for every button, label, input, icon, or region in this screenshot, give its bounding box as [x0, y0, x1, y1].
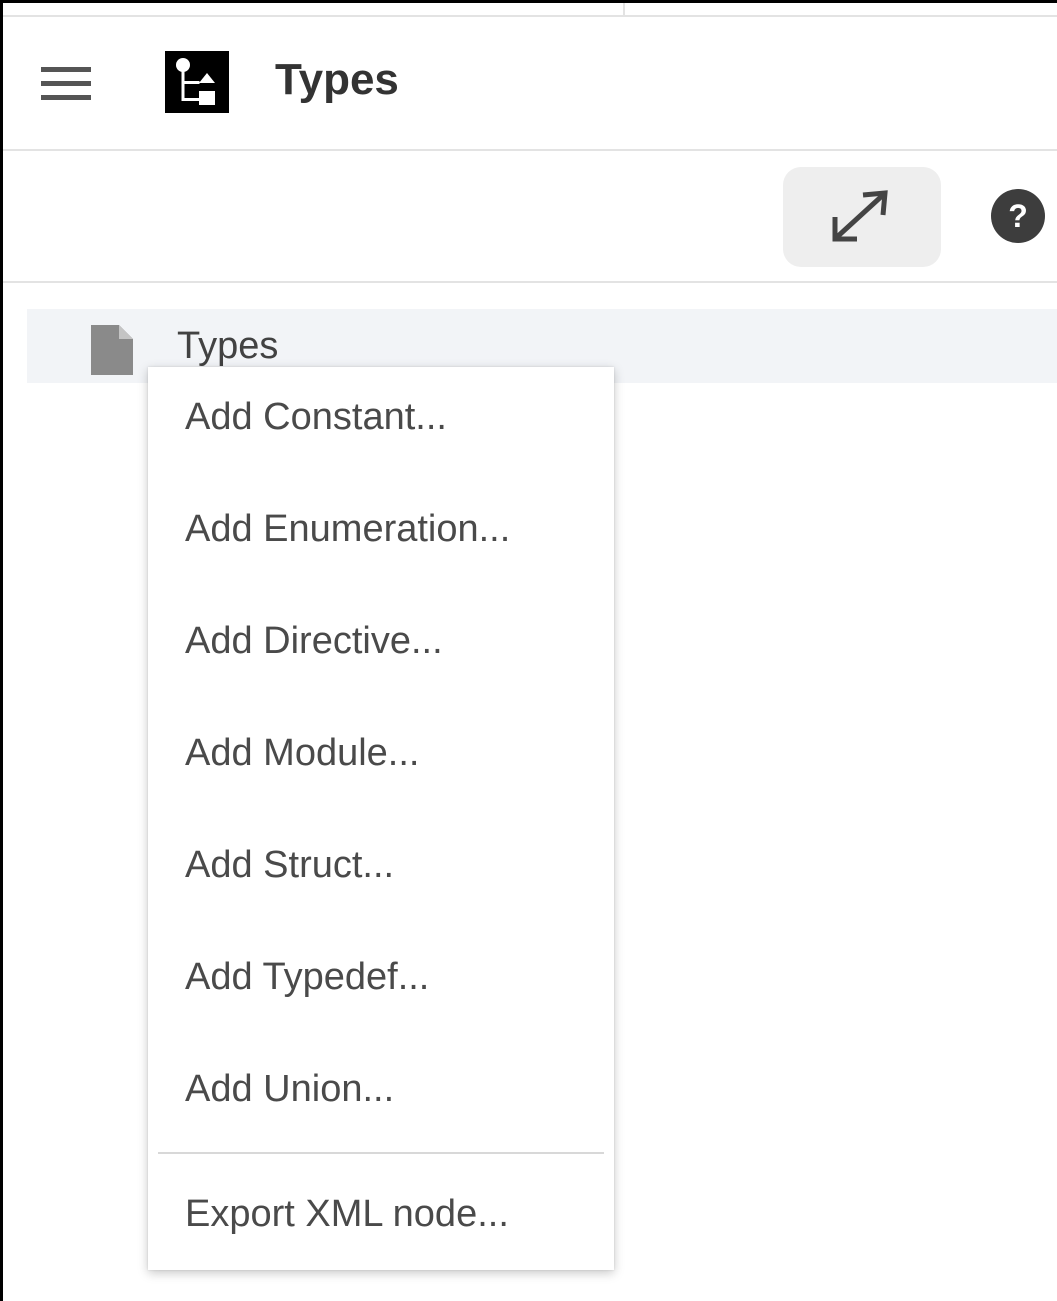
top-strip: [3, 3, 1057, 17]
help-icon: ?: [1008, 198, 1028, 234]
expand-button[interactable]: [783, 167, 941, 267]
hamburger-menu-icon[interactable]: [41, 67, 91, 101]
document-icon: [91, 325, 133, 375]
app-header: Types: [3, 19, 1057, 151]
context-menu: Add Constant... Add Enumeration... Add D…: [148, 367, 614, 1270]
app-window: Types ? Types Add Constant... Add Enumer…: [0, 0, 1057, 1301]
menu-item-add-module[interactable]: Add Module...: [148, 703, 614, 803]
menu-item-add-struct[interactable]: Add Struct...: [148, 815, 614, 915]
tree-item-label: Types: [177, 325, 279, 367]
menu-divider: [158, 1152, 604, 1154]
type-tree-icon: [165, 51, 229, 113]
expand-arrows-icon: [832, 190, 888, 242]
menu-item-add-constant[interactable]: Add Constant...: [148, 367, 614, 467]
menu-item-add-typedef[interactable]: Add Typedef...: [148, 927, 614, 1027]
menu-item-add-directive[interactable]: Add Directive...: [148, 591, 614, 691]
toolbar: ?: [3, 153, 1057, 283]
divider: [623, 3, 625, 17]
menu-item-export-xml-node[interactable]: Export XML node...: [148, 1164, 614, 1264]
help-button[interactable]: ?: [991, 189, 1045, 243]
menu-item-add-enumeration[interactable]: Add Enumeration...: [148, 479, 614, 579]
page-title: Types: [275, 55, 399, 104]
menu-item-add-union[interactable]: Add Union...: [148, 1039, 614, 1139]
